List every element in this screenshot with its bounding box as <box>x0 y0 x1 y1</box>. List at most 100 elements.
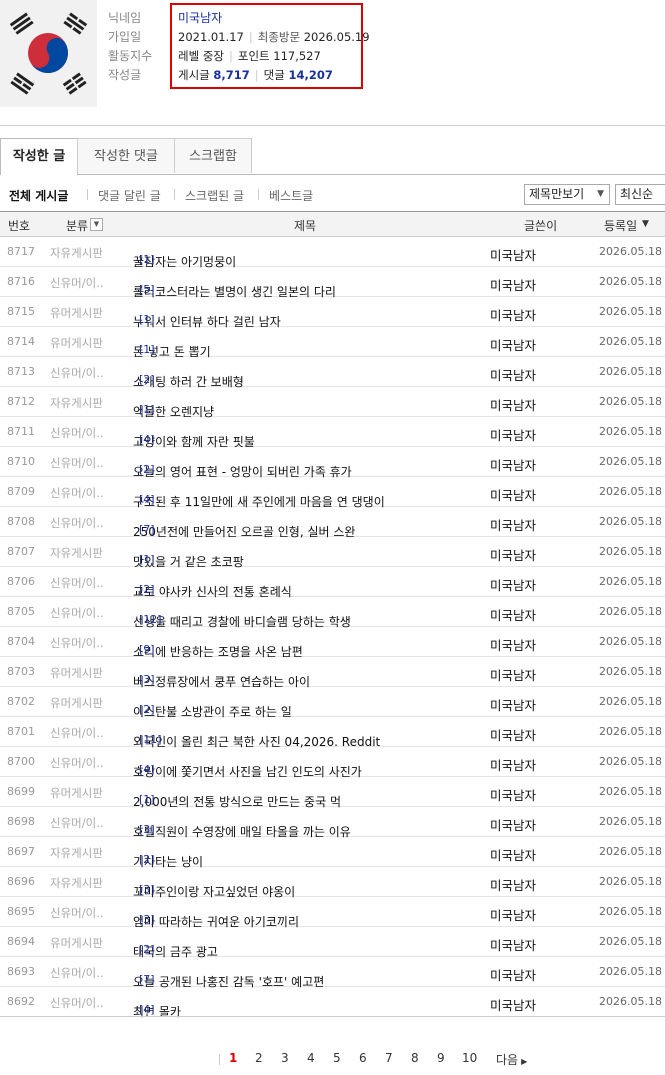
post-category[interactable]: 유머게시판 <box>50 785 103 801</box>
page-7-link[interactable]: 7 <box>385 1051 393 1065</box>
post-author[interactable]: 미국남자 <box>490 305 536 324</box>
post-category[interactable]: 유머게시판 <box>50 695 103 711</box>
page-1-link[interactable]: 1 <box>229 1051 237 1065</box>
post-author[interactable]: 미국남자 <box>490 335 536 354</box>
comment-count: [2] <box>139 853 155 866</box>
table-row: 8715 유머게시판 누워서 인터뷰 하다 걸린 남자 [1] 미국남자 2026.05.… <box>0 297 665 329</box>
table-row: 8701 신유머/이.. 외국인이 올린 최근 북한 사진 04,2026. Red… <box>0 717 665 749</box>
table-row: 8716 신유머/이.. 롤러코스터라는 별명이 생긴 일본의 다리 [5] 미국남자 2… <box>0 267 665 299</box>
post-author[interactable]: 미국남자 <box>490 995 536 1014</box>
post-author[interactable]: 미국남자 <box>490 815 536 834</box>
post-category[interactable]: 자유게시판 <box>50 875 103 891</box>
post-category[interactable]: 신유머/이.. <box>50 485 104 501</box>
page-4-link[interactable]: 4 <box>307 1051 315 1065</box>
page-6-link[interactable]: 6 <box>359 1051 367 1065</box>
post-category[interactable]: 신유머/이.. <box>50 635 104 651</box>
next-label: 다음 <box>496 1053 519 1067</box>
post-category[interactable]: 유머게시판 <box>50 335 103 351</box>
post-author[interactable]: 미국남자 <box>490 545 536 564</box>
post-author[interactable]: 미국남자 <box>490 425 536 444</box>
col-category[interactable]: 분류 <box>66 217 88 234</box>
comment-count: [12] <box>139 613 162 626</box>
post-author[interactable]: 미국남자 <box>490 665 536 684</box>
post-category[interactable]: 신유머/이.. <box>50 605 104 621</box>
post-author[interactable]: 미국남자 <box>490 905 536 924</box>
profile-section: 닉네임 가입일 활동지수 작성글 미국남자 2021.01.17 | 최종방문 20… <box>0 0 665 126</box>
sort-select[interactable]: 최신순 <box>615 184 665 205</box>
table-row: 8709 신유머/이.. 구조된 후 11일만에 새 주인에게 마음을 연 댕댕이[… <box>0 477 665 509</box>
post-category[interactable]: 신유머/이.. <box>50 905 104 921</box>
comments-count: 14,207 <box>288 68 333 82</box>
sort-desc-icon[interactable]: ▼ <box>642 219 649 229</box>
filter-scrapped-posts[interactable]: 스크랩된 글 <box>185 187 244 204</box>
post-author[interactable]: 미국남자 <box>490 365 536 384</box>
post-category[interactable]: 신유머/이.. <box>50 515 104 531</box>
tab-written-posts[interactable]: 작성한 글 <box>0 138 78 175</box>
post-author[interactable]: 미국남자 <box>490 755 536 774</box>
tab-written-comments[interactable]: 작성한 댓글 <box>77 138 175 173</box>
page-9-link[interactable]: 9 <box>437 1051 445 1065</box>
post-category[interactable]: 신유머/이.. <box>50 575 104 591</box>
table-row: 8694 유머게시판 태국의 금주 광고 [2] 미국남자 2026.05.18 <box>0 927 665 959</box>
page-10-link[interactable]: 10 <box>462 1051 477 1065</box>
post-category[interactable]: 신유머/이.. <box>50 455 104 471</box>
post-author[interactable]: 미국남자 <box>490 965 536 984</box>
post-category[interactable]: 유머게시판 <box>50 935 103 951</box>
category-dropdown-icon[interactable]: ▼ <box>90 218 103 231</box>
view-mode-select[interactable]: 제목만보기 ▼ <box>524 184 610 205</box>
tab-scraps[interactable]: 스크랩함 <box>174 138 252 173</box>
post-date: 2026.05.18 <box>599 725 662 738</box>
post-category[interactable]: 유머게시판 <box>50 305 103 321</box>
post-category[interactable]: 자유게시판 <box>50 845 103 861</box>
post-author[interactable]: 미국남자 <box>490 635 536 654</box>
post-category[interactable]: 자유게시판 <box>50 245 103 261</box>
post-date: 2026.05.18 <box>599 425 662 438</box>
post-date: 2026.05.18 <box>599 335 662 348</box>
col-date[interactable]: 등록일 <box>604 217 637 234</box>
col-author: 글쓴이 <box>524 219 558 233</box>
post-author[interactable]: 미국남자 <box>490 785 536 804</box>
filter-commented-posts[interactable]: 댓글 달린 글 <box>98 187 161 204</box>
posts-label: 게시글 <box>178 68 210 82</box>
post-author[interactable]: 미국남자 <box>490 245 536 264</box>
post-author[interactable]: 미국남자 <box>490 395 536 414</box>
post-author[interactable]: 미국남자 <box>490 485 536 504</box>
post-author[interactable]: 미국남자 <box>490 695 536 714</box>
page-8-link[interactable]: 8 <box>411 1051 419 1065</box>
filter-best-posts[interactable]: 베스트글 <box>269 187 313 204</box>
page-2-link[interactable]: 2 <box>255 1051 263 1065</box>
post-category[interactable]: 신유머/이.. <box>50 425 104 441</box>
post-category[interactable]: 신유머/이.. <box>50 965 104 981</box>
post-author[interactable]: 미국남자 <box>490 875 536 894</box>
post-author[interactable]: 미국남자 <box>490 935 536 954</box>
next-page-link[interactable]: 다음 ▶ <box>496 1051 527 1068</box>
post-author[interactable]: 미국남자 <box>490 275 536 294</box>
filter-all-posts[interactable]: 전체 게시글 <box>9 187 68 204</box>
post-category[interactable]: 신유머/이.. <box>50 275 104 291</box>
post-category[interactable]: 신유머/이.. <box>50 365 104 381</box>
post-category[interactable]: 신유머/이.. <box>50 755 104 771</box>
post-author[interactable]: 미국남자 <box>490 455 536 474</box>
post-category[interactable]: 자유게시판 <box>50 545 103 561</box>
post-author[interactable]: 미국남자 <box>490 845 536 864</box>
korean-flag-icon <box>0 0 97 107</box>
page-3-link[interactable]: 3 <box>281 1051 289 1065</box>
nickname[interactable]: 미국남자 <box>178 11 222 25</box>
post-author[interactable]: 미국남자 <box>490 575 536 594</box>
post-category[interactable]: 신유머/이.. <box>50 815 104 831</box>
post-author[interactable]: 미국남자 <box>490 605 536 624</box>
post-date: 2026.05.18 <box>599 545 662 558</box>
post-category[interactable]: 자유게시판 <box>50 395 103 411</box>
comment-count: [2] <box>139 463 155 476</box>
post-author[interactable]: 미국남자 <box>490 515 536 534</box>
table-row: 8711 신유머/이.. 고양이와 함께 자란 핏불 [4] 미국남자 2026.05.1… <box>0 417 665 449</box>
profile-labels: 닉네임 가입일 활동지수 작성글 <box>108 9 152 85</box>
sort-value: 최신순 <box>620 187 654 201</box>
points: 포인트 117,527 <box>237 49 321 63</box>
post-category[interactable]: 신유머/이.. <box>50 725 104 741</box>
post-category[interactable]: 유머게시판 <box>50 665 103 681</box>
post-author[interactable]: 미국남자 <box>490 725 536 744</box>
label-posts: 작성글 <box>108 68 142 82</box>
post-category[interactable]: 신유머/이.. <box>50 995 104 1011</box>
page-5-link[interactable]: 5 <box>333 1051 341 1065</box>
